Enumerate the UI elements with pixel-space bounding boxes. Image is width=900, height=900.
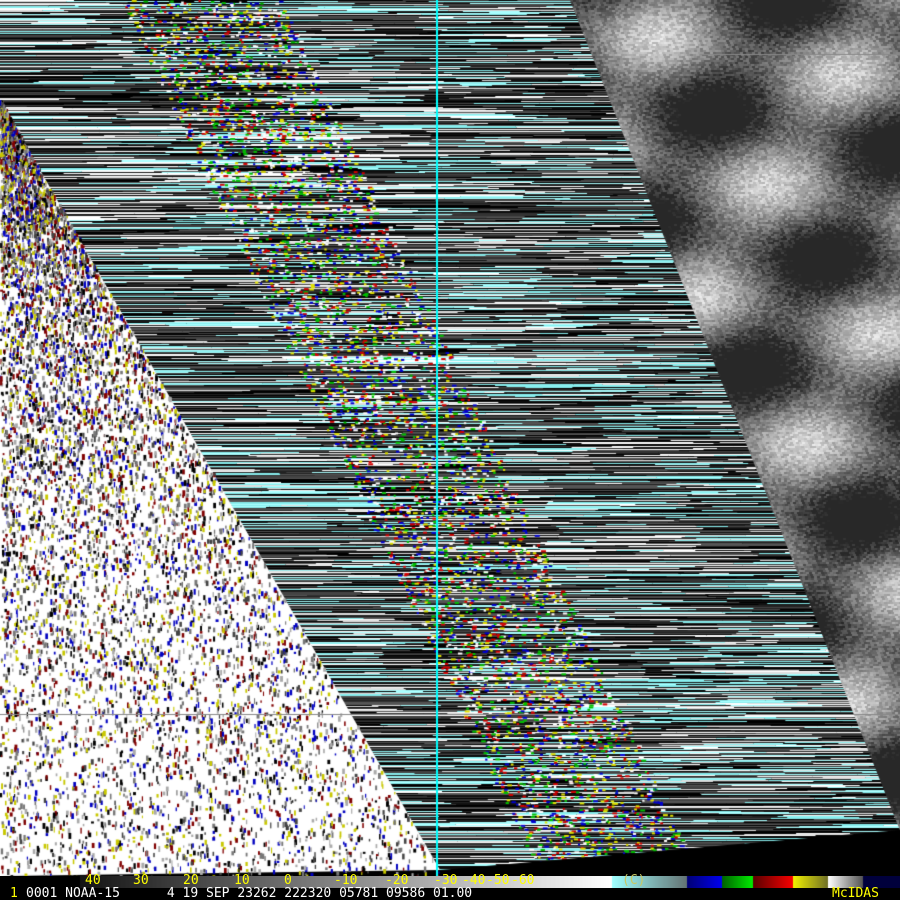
colorbar-label: -60 (511, 873, 535, 888)
satellite-image-viewer: 40 30 20 10 0 -10 -20 -30 -40 -50 -60 (C… (0, 0, 900, 900)
status-text: 0001 NOAA-15 4 19 SEP 23262 222320 05781… (26, 886, 473, 900)
colorbar-label: -50 (486, 873, 510, 888)
status-line: 0001 NOAA-15 4 19 SEP 23262 222320 05781… (0, 887, 900, 900)
colorbar-unit: (C) (622, 873, 646, 888)
satellite-image[interactable] (0, 0, 900, 876)
frame-number: 1 (10, 886, 18, 900)
mcidas-brand: McIDAS (832, 886, 879, 900)
